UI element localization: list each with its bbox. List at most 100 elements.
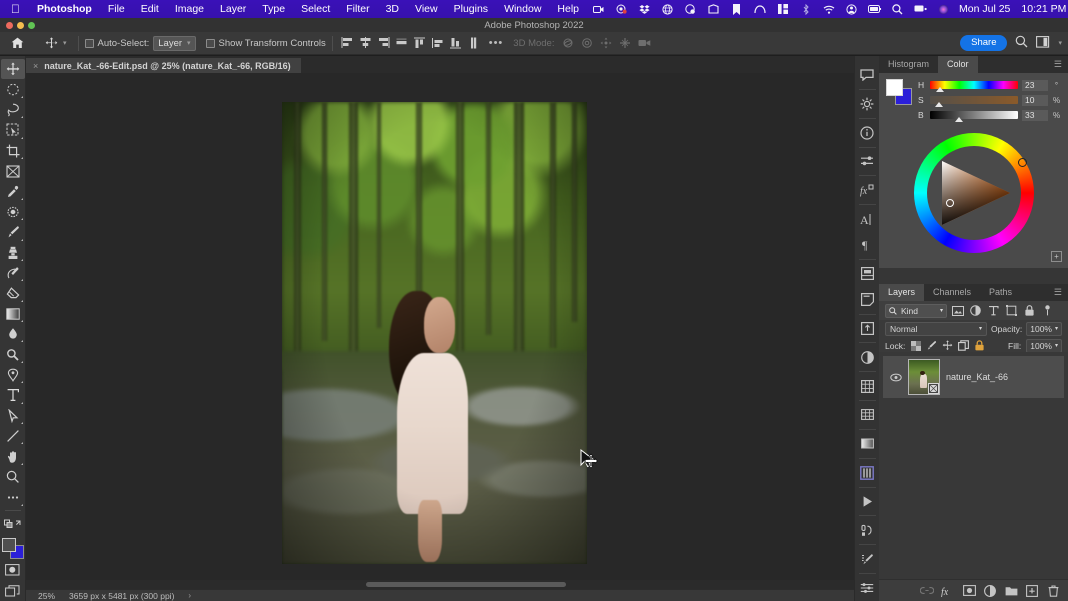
layer-row[interactable]: nature_Kat_-66 xyxy=(883,356,1064,398)
blur-tool[interactable] xyxy=(1,324,25,344)
auto-select-checkbox[interactable] xyxy=(85,39,94,48)
properties-icon[interactable] xyxy=(856,148,879,174)
new-layer-icon[interactable] xyxy=(1025,584,1039,598)
hand-tool[interactable] xyxy=(1,446,25,466)
distribute-top-icon[interactable] xyxy=(465,33,483,53)
link-layers-icon[interactable] xyxy=(920,584,934,598)
new-group-icon[interactable] xyxy=(1004,584,1018,598)
globe-icon[interactable] xyxy=(656,0,679,18)
apple-logo-icon[interactable]:  xyxy=(6,3,29,15)
histogram-grid-icon[interactable] xyxy=(856,373,879,399)
add-swatch-icon[interactable]: + xyxy=(1051,251,1062,262)
brightness-slider-thumb[interactable] xyxy=(955,117,963,122)
blend-mode-dropdown[interactable]: Normal ▾ xyxy=(885,322,987,336)
notes-icon[interactable] xyxy=(856,287,879,313)
menu-item-view[interactable]: View xyxy=(407,3,446,15)
menu-bar-date[interactable]: Mon Jul 25 xyxy=(955,3,1017,15)
menu-item-file[interactable]: File xyxy=(100,3,133,15)
camera-badge-icon[interactable] xyxy=(610,0,633,18)
swatches-grid-icon[interactable] xyxy=(856,402,879,428)
line-tool[interactable] xyxy=(1,426,25,446)
active-tool-selector[interactable]: ▾ xyxy=(34,34,72,52)
airplay-icon[interactable] xyxy=(909,0,932,18)
bluetooth-icon[interactable] xyxy=(794,0,817,18)
saturation-brightness-triangle[interactable] xyxy=(936,155,1012,231)
document-tab[interactable]: × nature_Kat_-66-Edit.psd @ 25% (nature_… xyxy=(26,58,301,75)
menu-item-layer[interactable]: Layer xyxy=(212,3,254,15)
timeline-play-icon[interactable] xyxy=(856,489,879,515)
patterns-icon[interactable] xyxy=(856,460,879,486)
color-panel-swatches[interactable] xyxy=(886,79,912,105)
camera-raw-icon[interactable] xyxy=(856,575,879,601)
menu-item-3d[interactable]: 3D xyxy=(378,3,407,15)
menu-item-window[interactable]: Window xyxy=(496,3,549,15)
comment-icon[interactable] xyxy=(856,62,879,88)
dodge-tool[interactable] xyxy=(1,344,25,364)
filter-toggle-icon[interactable] xyxy=(1040,303,1055,318)
actions-icon[interactable] xyxy=(856,517,879,543)
saturation-slider-thumb[interactable] xyxy=(935,102,943,107)
wifi-icon[interactable] xyxy=(817,0,840,18)
color-swatches[interactable] xyxy=(1,537,25,560)
close-document-icon[interactable]: × xyxy=(33,61,38,71)
foreground-color-swatch[interactable] xyxy=(886,79,903,96)
menu-item-select[interactable]: Select xyxy=(293,3,338,15)
info-icon[interactable] xyxy=(856,120,879,146)
fx-styles-icon[interactable]: fx xyxy=(856,177,879,203)
hue-value[interactable]: 23 xyxy=(1022,80,1048,91)
brightness-slider-track[interactable] xyxy=(930,111,1018,119)
filter-shape-icon[interactable] xyxy=(1004,303,1019,318)
menu-bar-time[interactable]: 10:21 PM xyxy=(1017,3,1068,15)
chevron-down-icon[interactable]: ▾ xyxy=(1058,39,1062,47)
spot-healing-brush-tool[interactable] xyxy=(1,202,25,222)
align-top-edges-icon[interactable] xyxy=(411,33,429,53)
brush-tool[interactable] xyxy=(1,222,25,242)
hue-slider-track[interactable] xyxy=(930,81,1018,89)
brightness-value[interactable]: 33 xyxy=(1022,110,1048,121)
default-colors-icon[interactable] xyxy=(1,513,25,533)
menu-item-image[interactable]: Image xyxy=(167,3,212,15)
lock-image-pixels-icon[interactable] xyxy=(926,339,937,352)
menu-item-plugins[interactable]: Plugins xyxy=(446,3,496,15)
adjustments-layer-icon[interactable] xyxy=(856,344,879,370)
add-layer-style-icon[interactable]: fx xyxy=(941,584,955,598)
menu-item-edit[interactable]: Edit xyxy=(133,3,167,15)
layer-name[interactable]: nature_Kat_-66 xyxy=(946,372,1008,382)
add-layer-mask-icon[interactable] xyxy=(962,584,976,598)
layer-list[interactable]: nature_Kat_-66 xyxy=(879,352,1068,579)
filter-type-icon[interactable] xyxy=(986,303,1001,318)
lock-artboard-nesting-icon[interactable] xyxy=(958,339,969,352)
character-icon[interactable]: A xyxy=(856,206,879,232)
pen-tool[interactable] xyxy=(1,365,25,385)
align-horizontal-centers-icon[interactable] xyxy=(357,33,375,53)
tab-layers[interactable]: Layers xyxy=(879,284,924,301)
lock-transparent-pixels-icon[interactable] xyxy=(910,339,921,352)
delete-layer-icon[interactable] xyxy=(1046,584,1060,598)
zoom-tool[interactable] xyxy=(1,467,25,487)
brush-settings-icon[interactable] xyxy=(856,546,879,572)
align-left-edges-icon[interactable] xyxy=(339,33,357,53)
frame-tool[interactable] xyxy=(1,161,25,181)
fill-field[interactable]: 100% ▾ xyxy=(1026,339,1062,353)
move-tool[interactable] xyxy=(1,59,25,79)
paragraph-icon[interactable]: ¶ xyxy=(856,232,879,258)
arc-icon[interactable] xyxy=(748,0,771,18)
menu-item-photoshop[interactable]: Photoshop xyxy=(29,3,100,15)
workspace-switcher-icon[interactable] xyxy=(1036,36,1050,51)
canvas-area[interactable] xyxy=(26,73,879,589)
stats-icon[interactable] xyxy=(771,0,794,18)
opacity-field[interactable]: 100% ▾ xyxy=(1026,322,1062,336)
screen-mode-icon[interactable] xyxy=(1,581,25,601)
export-icon[interactable] xyxy=(856,316,879,342)
siri-icon[interactable] xyxy=(932,0,955,18)
dropbox-icon[interactable] xyxy=(633,0,656,18)
panel-menu-icon[interactable]: ☰ xyxy=(1054,59,1068,70)
clone-stamp-tool[interactable] xyxy=(1,243,25,263)
distribute-spacing-icon[interactable] xyxy=(393,33,411,53)
filter-kind-dropdown[interactable]: Kind ▾ xyxy=(885,304,947,318)
edit-toolbar-button[interactable] xyxy=(1,487,25,507)
type-tool[interactable] xyxy=(1,385,25,405)
filter-smart-object-icon[interactable] xyxy=(1022,303,1037,318)
triangle-marker[interactable] xyxy=(946,199,954,207)
new-adjustment-layer-icon[interactable] xyxy=(983,584,997,598)
